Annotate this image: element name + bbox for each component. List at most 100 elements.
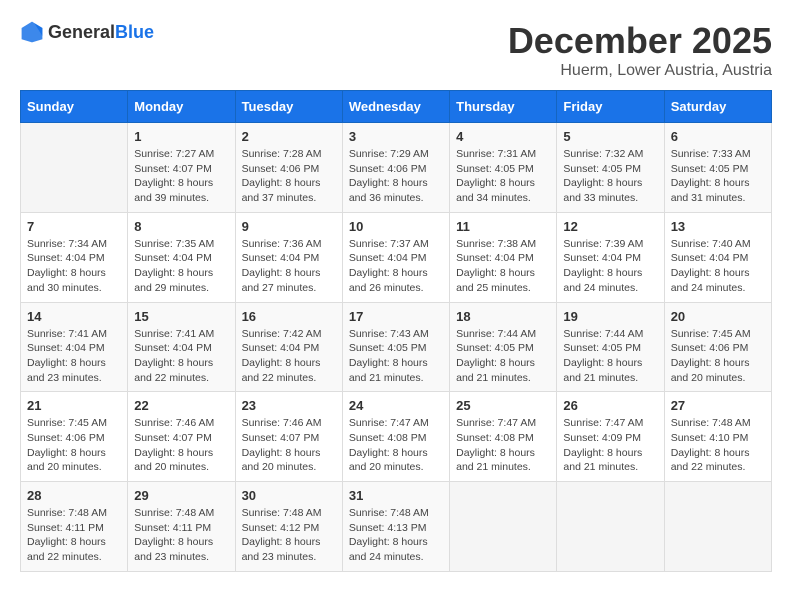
- day-info: Sunrise: 7:48 AM Sunset: 4:11 PM Dayligh…: [134, 506, 228, 565]
- weekday-header-saturday: Saturday: [664, 91, 771, 123]
- day-info: Sunrise: 7:34 AM Sunset: 4:04 PM Dayligh…: [27, 237, 121, 296]
- day-number: 12: [563, 219, 657, 234]
- day-info: Sunrise: 7:29 AM Sunset: 4:06 PM Dayligh…: [349, 147, 443, 206]
- day-cell-19: 19 Sunrise: 7:44 AM Sunset: 4:05 PM Dayli…: [557, 302, 664, 392]
- day-number: 7: [27, 219, 121, 234]
- day-cell-7: 7 Sunrise: 7:34 AM Sunset: 4:04 PM Daylig…: [21, 212, 128, 302]
- logo-text: GeneralBlue: [48, 22, 154, 43]
- day-cell-21: 21Sunrise: 7:45 AM Sunset: 4:06 PM Dayli…: [21, 392, 128, 482]
- day-info: Sunrise: 7:48 AM Sunset: 4:12 PM Dayligh…: [242, 506, 336, 565]
- day-info: Sunrise: 7:38 AM Sunset: 4:04 PM Dayligh…: [456, 237, 550, 296]
- day-cell-5: 5Sunrise: 7:32 AM Sunset: 4:05 PM Daylig…: [557, 123, 664, 213]
- day-number: 11: [456, 219, 550, 234]
- weekday-header-wednesday: Wednesday: [342, 91, 449, 123]
- day-cell-11: 11 Sunrise: 7:38 AM Sunset: 4:04 PM Dayli…: [450, 212, 557, 302]
- day-info: Sunrise: 7:40 AM Sunset: 4:04 PM Dayligh…: [671, 237, 765, 296]
- day-number: 21: [27, 398, 121, 413]
- header: GeneralBlue December 2025 Huerm, Lower A…: [20, 20, 772, 80]
- day-info: Sunrise: 7:41 AM Sunset: 4:04 PM Dayligh…: [27, 327, 121, 386]
- day-cell-18: 18 Sunrise: 7:44 AM Sunset: 4:05 PM Dayli…: [450, 302, 557, 392]
- day-number: 25: [456, 398, 550, 413]
- week-row-5: 28 Sunrise: 7:48 AM Sunset: 4:11 PM Dayli…: [21, 482, 772, 572]
- calendar-table: SundayMondayTuesdayWednesdayThursdayFrid…: [20, 90, 772, 572]
- day-info: Sunrise: 7:44 AM Sunset: 4:05 PM Dayligh…: [456, 327, 550, 386]
- day-info: Sunrise: 7:44 AM Sunset: 4:05 PM Dayligh…: [563, 327, 657, 386]
- day-number: 10: [349, 219, 443, 234]
- logo-general: General: [48, 22, 115, 42]
- weekday-header-thursday: Thursday: [450, 91, 557, 123]
- day-cell-23: 23 Sunrise: 7:46 AM Sunset: 4:07 PM Dayli…: [235, 392, 342, 482]
- week-row-3: 14 Sunrise: 7:41 AM Sunset: 4:04 PM Dayli…: [21, 302, 772, 392]
- day-info: Sunrise: 7:43 AM Sunset: 4:05 PM Dayligh…: [349, 327, 443, 386]
- day-cell-9: 9Sunrise: 7:36 AM Sunset: 4:04 PM Daylig…: [235, 212, 342, 302]
- day-number: 29: [134, 488, 228, 503]
- day-info: Sunrise: 7:45 AM Sunset: 4:06 PM Dayligh…: [671, 327, 765, 386]
- week-row-1: 1Sunrise: 7:27 AM Sunset: 4:07 PM Daylig…: [21, 123, 772, 213]
- day-cell-2: 2 Sunrise: 7:28 AM Sunset: 4:06 PM Daylig…: [235, 123, 342, 213]
- day-number: 18: [456, 309, 550, 324]
- day-number: 9: [242, 219, 336, 234]
- month-title: December 2025: [508, 20, 772, 62]
- day-cell-25: 25 Sunrise: 7:47 AM Sunset: 4:08 PM Dayli…: [450, 392, 557, 482]
- empty-cell: [664, 482, 771, 572]
- weekday-header-row: SundayMondayTuesdayWednesdayThursdayFrid…: [21, 91, 772, 123]
- day-number: 26: [563, 398, 657, 413]
- day-info: Sunrise: 7:47 AM Sunset: 4:08 PM Dayligh…: [456, 416, 550, 475]
- day-cell-29: 29 Sunrise: 7:48 AM Sunset: 4:11 PM Dayli…: [128, 482, 235, 572]
- day-number: 31: [349, 488, 443, 503]
- day-number: 19: [563, 309, 657, 324]
- day-info: Sunrise: 7:31 AM Sunset: 4:05 PM Dayligh…: [456, 147, 550, 206]
- day-info: Sunrise: 7:39 AM Sunset: 4:04 PM Dayligh…: [563, 237, 657, 296]
- day-cell-24: 24 Sunrise: 7:47 AM Sunset: 4:08 PM Dayli…: [342, 392, 449, 482]
- day-cell-15: 15 Sunrise: 7:41 AM Sunset: 4:04 PM Dayli…: [128, 302, 235, 392]
- day-cell-12: 12 Sunrise: 7:39 AM Sunset: 4:04 PM Dayli…: [557, 212, 664, 302]
- logo: GeneralBlue: [20, 20, 154, 44]
- empty-cell: [557, 482, 664, 572]
- day-number: 6: [671, 129, 765, 144]
- day-info: Sunrise: 7:46 AM Sunset: 4:07 PM Dayligh…: [242, 416, 336, 475]
- day-info: Sunrise: 7:42 AM Sunset: 4:04 PM Dayligh…: [242, 327, 336, 386]
- day-number: 3: [349, 129, 443, 144]
- day-cell-26: 26 Sunrise: 7:47 AM Sunset: 4:09 PM Dayli…: [557, 392, 664, 482]
- day-cell-16: 16 Sunrise: 7:42 AM Sunset: 4:04 PM Dayli…: [235, 302, 342, 392]
- day-info: Sunrise: 7:48 AM Sunset: 4:13 PM Dayligh…: [349, 506, 443, 565]
- day-number: 24: [349, 398, 443, 413]
- day-cell-13: 13 Sunrise: 7:40 AM Sunset: 4:04 PM Dayli…: [664, 212, 771, 302]
- day-number: 20: [671, 309, 765, 324]
- day-info: Sunrise: 7:41 AM Sunset: 4:04 PM Dayligh…: [134, 327, 228, 386]
- day-info: Sunrise: 7:37 AM Sunset: 4:04 PM Dayligh…: [349, 237, 443, 296]
- day-info: Sunrise: 7:48 AM Sunset: 4:10 PM Dayligh…: [671, 416, 765, 475]
- day-info: Sunrise: 7:28 AM Sunset: 4:06 PM Dayligh…: [242, 147, 336, 206]
- day-cell-17: 17 Sunrise: 7:43 AM Sunset: 4:05 PM Dayli…: [342, 302, 449, 392]
- day-info: Sunrise: 7:47 AM Sunset: 4:09 PM Dayligh…: [563, 416, 657, 475]
- title-area: December 2025 Huerm, Lower Austria, Aust…: [508, 20, 772, 80]
- logo-blue: Blue: [115, 22, 154, 42]
- day-info: Sunrise: 7:47 AM Sunset: 4:08 PM Dayligh…: [349, 416, 443, 475]
- day-number: 15: [134, 309, 228, 324]
- weekday-header-sunday: Sunday: [21, 91, 128, 123]
- empty-cell: [450, 482, 557, 572]
- day-number: 28: [27, 488, 121, 503]
- week-row-2: 7 Sunrise: 7:34 AM Sunset: 4:04 PM Daylig…: [21, 212, 772, 302]
- day-cell-20: 20 Sunrise: 7:45 AM Sunset: 4:06 PM Dayli…: [664, 302, 771, 392]
- day-cell-4: 4Sunrise: 7:31 AM Sunset: 4:05 PM Daylig…: [450, 123, 557, 213]
- day-cell-14: 14 Sunrise: 7:41 AM Sunset: 4:04 PM Dayli…: [21, 302, 128, 392]
- day-cell-6: 6Sunrise: 7:33 AM Sunset: 4:05 PM Daylig…: [664, 123, 771, 213]
- day-number: 8: [134, 219, 228, 234]
- weekday-header-tuesday: Tuesday: [235, 91, 342, 123]
- day-number: 16: [242, 309, 336, 324]
- day-info: Sunrise: 7:48 AM Sunset: 4:11 PM Dayligh…: [27, 506, 121, 565]
- logo-icon: [20, 20, 44, 44]
- day-cell-3: 3 Sunrise: 7:29 AM Sunset: 4:06 PM Daylig…: [342, 123, 449, 213]
- day-number: 30: [242, 488, 336, 503]
- day-number: 14: [27, 309, 121, 324]
- day-cell-31: 31 Sunrise: 7:48 AM Sunset: 4:13 PM Dayli…: [342, 482, 449, 572]
- day-number: 17: [349, 309, 443, 324]
- day-info: Sunrise: 7:35 AM Sunset: 4:04 PM Dayligh…: [134, 237, 228, 296]
- day-number: 13: [671, 219, 765, 234]
- day-cell-10: 10 Sunrise: 7:37 AM Sunset: 4:04 PM Dayli…: [342, 212, 449, 302]
- day-number: 23: [242, 398, 336, 413]
- day-number: 27: [671, 398, 765, 413]
- day-cell-30: 30 Sunrise: 7:48 AM Sunset: 4:12 PM Dayli…: [235, 482, 342, 572]
- day-number: 2: [242, 129, 336, 144]
